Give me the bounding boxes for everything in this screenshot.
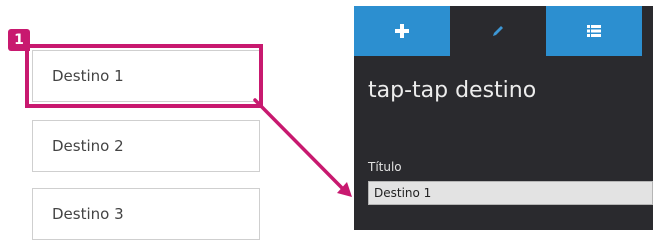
list-item-label: Destino 2 [52,137,124,155]
list-item-destino-2[interactable]: Destino 2 [32,120,260,172]
arrowhead-icon [337,182,352,197]
step-badge: 1 [8,29,30,51]
tab-bar [354,6,653,56]
list-icon [587,25,601,37]
tab-edit[interactable] [450,6,546,56]
highlight-box [25,44,263,108]
plus-icon [395,24,409,38]
editor-panel: tap-tap destino Título Destino 1 [354,6,653,230]
tab-list[interactable] [546,6,642,56]
panel-title: tap-tap destino [368,78,537,103]
pencil-icon [493,26,503,36]
list-item-destino-3[interactable]: Destino 3 [32,188,260,240]
title-field[interactable]: Destino 1 [368,181,653,205]
tab-add[interactable] [354,6,450,56]
title-field-label: Título [368,160,402,174]
list-item-label: Destino 3 [52,205,124,223]
